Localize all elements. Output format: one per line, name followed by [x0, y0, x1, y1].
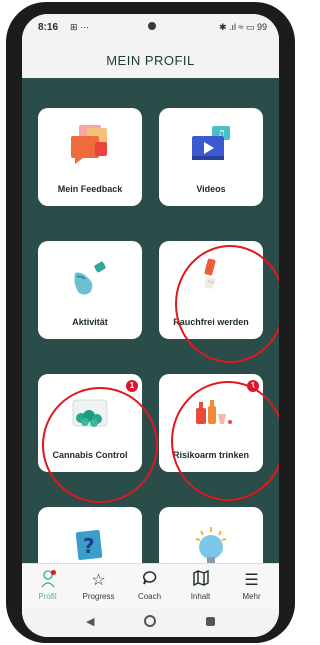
notification-icons: ⊞ ··· [70, 22, 90, 32]
card-aktivitaet[interactable]: Aktivität [38, 241, 142, 339]
video-player-illustration: ♫ [192, 126, 230, 160]
nav-inhalt[interactable]: Inhalt [175, 564, 226, 610]
nav-coach[interactable]: Coach [124, 564, 175, 610]
page-title: MEIN PROFIL [106, 53, 195, 68]
app-screen: 8:16 ⊞ ··· ✱ .ıl ≈ ▭ 99 MEIN PROFIL Mein… [22, 14, 279, 637]
highlight-circle [171, 381, 279, 501]
nav-progress[interactable]: ☆ Progress [73, 564, 124, 610]
bottom-navigation: Profil ☆ Progress Coach Inhalt ☰ Mehr [22, 563, 279, 610]
card-label: Mein Feedback [57, 184, 123, 194]
nav-profil[interactable]: Profil [22, 564, 73, 610]
svg-text:?: ? [83, 534, 95, 558]
card-label: Aktivität [72, 317, 108, 327]
notification-dot [51, 570, 56, 575]
card-partial-right[interactable] [159, 507, 263, 563]
card-mein-feedback[interactable]: Mein Feedback [38, 108, 142, 206]
recent-apps-icon[interactable] [206, 617, 215, 626]
home-circle-icon[interactable] [144, 615, 156, 627]
highlight-circle [42, 387, 158, 503]
camera-cutout [148, 22, 156, 30]
card-label: Videos [196, 184, 226, 194]
running-shoe-illustration [74, 261, 106, 295]
nav-label: Coach [137, 592, 162, 601]
map-icon [175, 569, 226, 592]
question-box-illustration: ? [75, 530, 103, 560]
hamburger-menu-icon: ☰ [244, 572, 259, 589]
notification-badge: 1 [126, 380, 138, 392]
status-time: 8:16 [38, 22, 59, 33]
star-icon: ☆ [91, 572, 106, 589]
card-partial-left[interactable]: ? [38, 507, 142, 563]
nav-label: Mehr [242, 592, 261, 601]
system-navigation-bar: ◀ [22, 609, 279, 637]
speech-bubble-icon [124, 570, 175, 592]
card-videos[interactable]: ♫ Videos [159, 108, 263, 206]
nav-mehr[interactable]: ☰ Mehr [226, 564, 277, 610]
highlight-circle [175, 245, 279, 363]
nav-label: Progress [82, 592, 115, 601]
back-triangle-icon[interactable]: ◀ [86, 615, 94, 628]
profile-grid: Mein Feedback ♫ Videos Aktivität Rauchfr… [22, 78, 279, 563]
person-icon [22, 570, 73, 592]
nav-label: Inhalt [190, 592, 211, 601]
status-bar: 8:16 ⊞ ··· ✱ .ıl ≈ ▭ 99 [22, 14, 279, 42]
nav-label: Profil [38, 592, 57, 601]
system-status-icons: ✱ .ıl ≈ ▭ 99 [219, 22, 267, 32]
page-header: MEIN PROFIL [22, 42, 279, 79]
lightbulb-illustration [195, 527, 227, 563]
chat-bubbles-illustration [71, 125, 107, 164]
